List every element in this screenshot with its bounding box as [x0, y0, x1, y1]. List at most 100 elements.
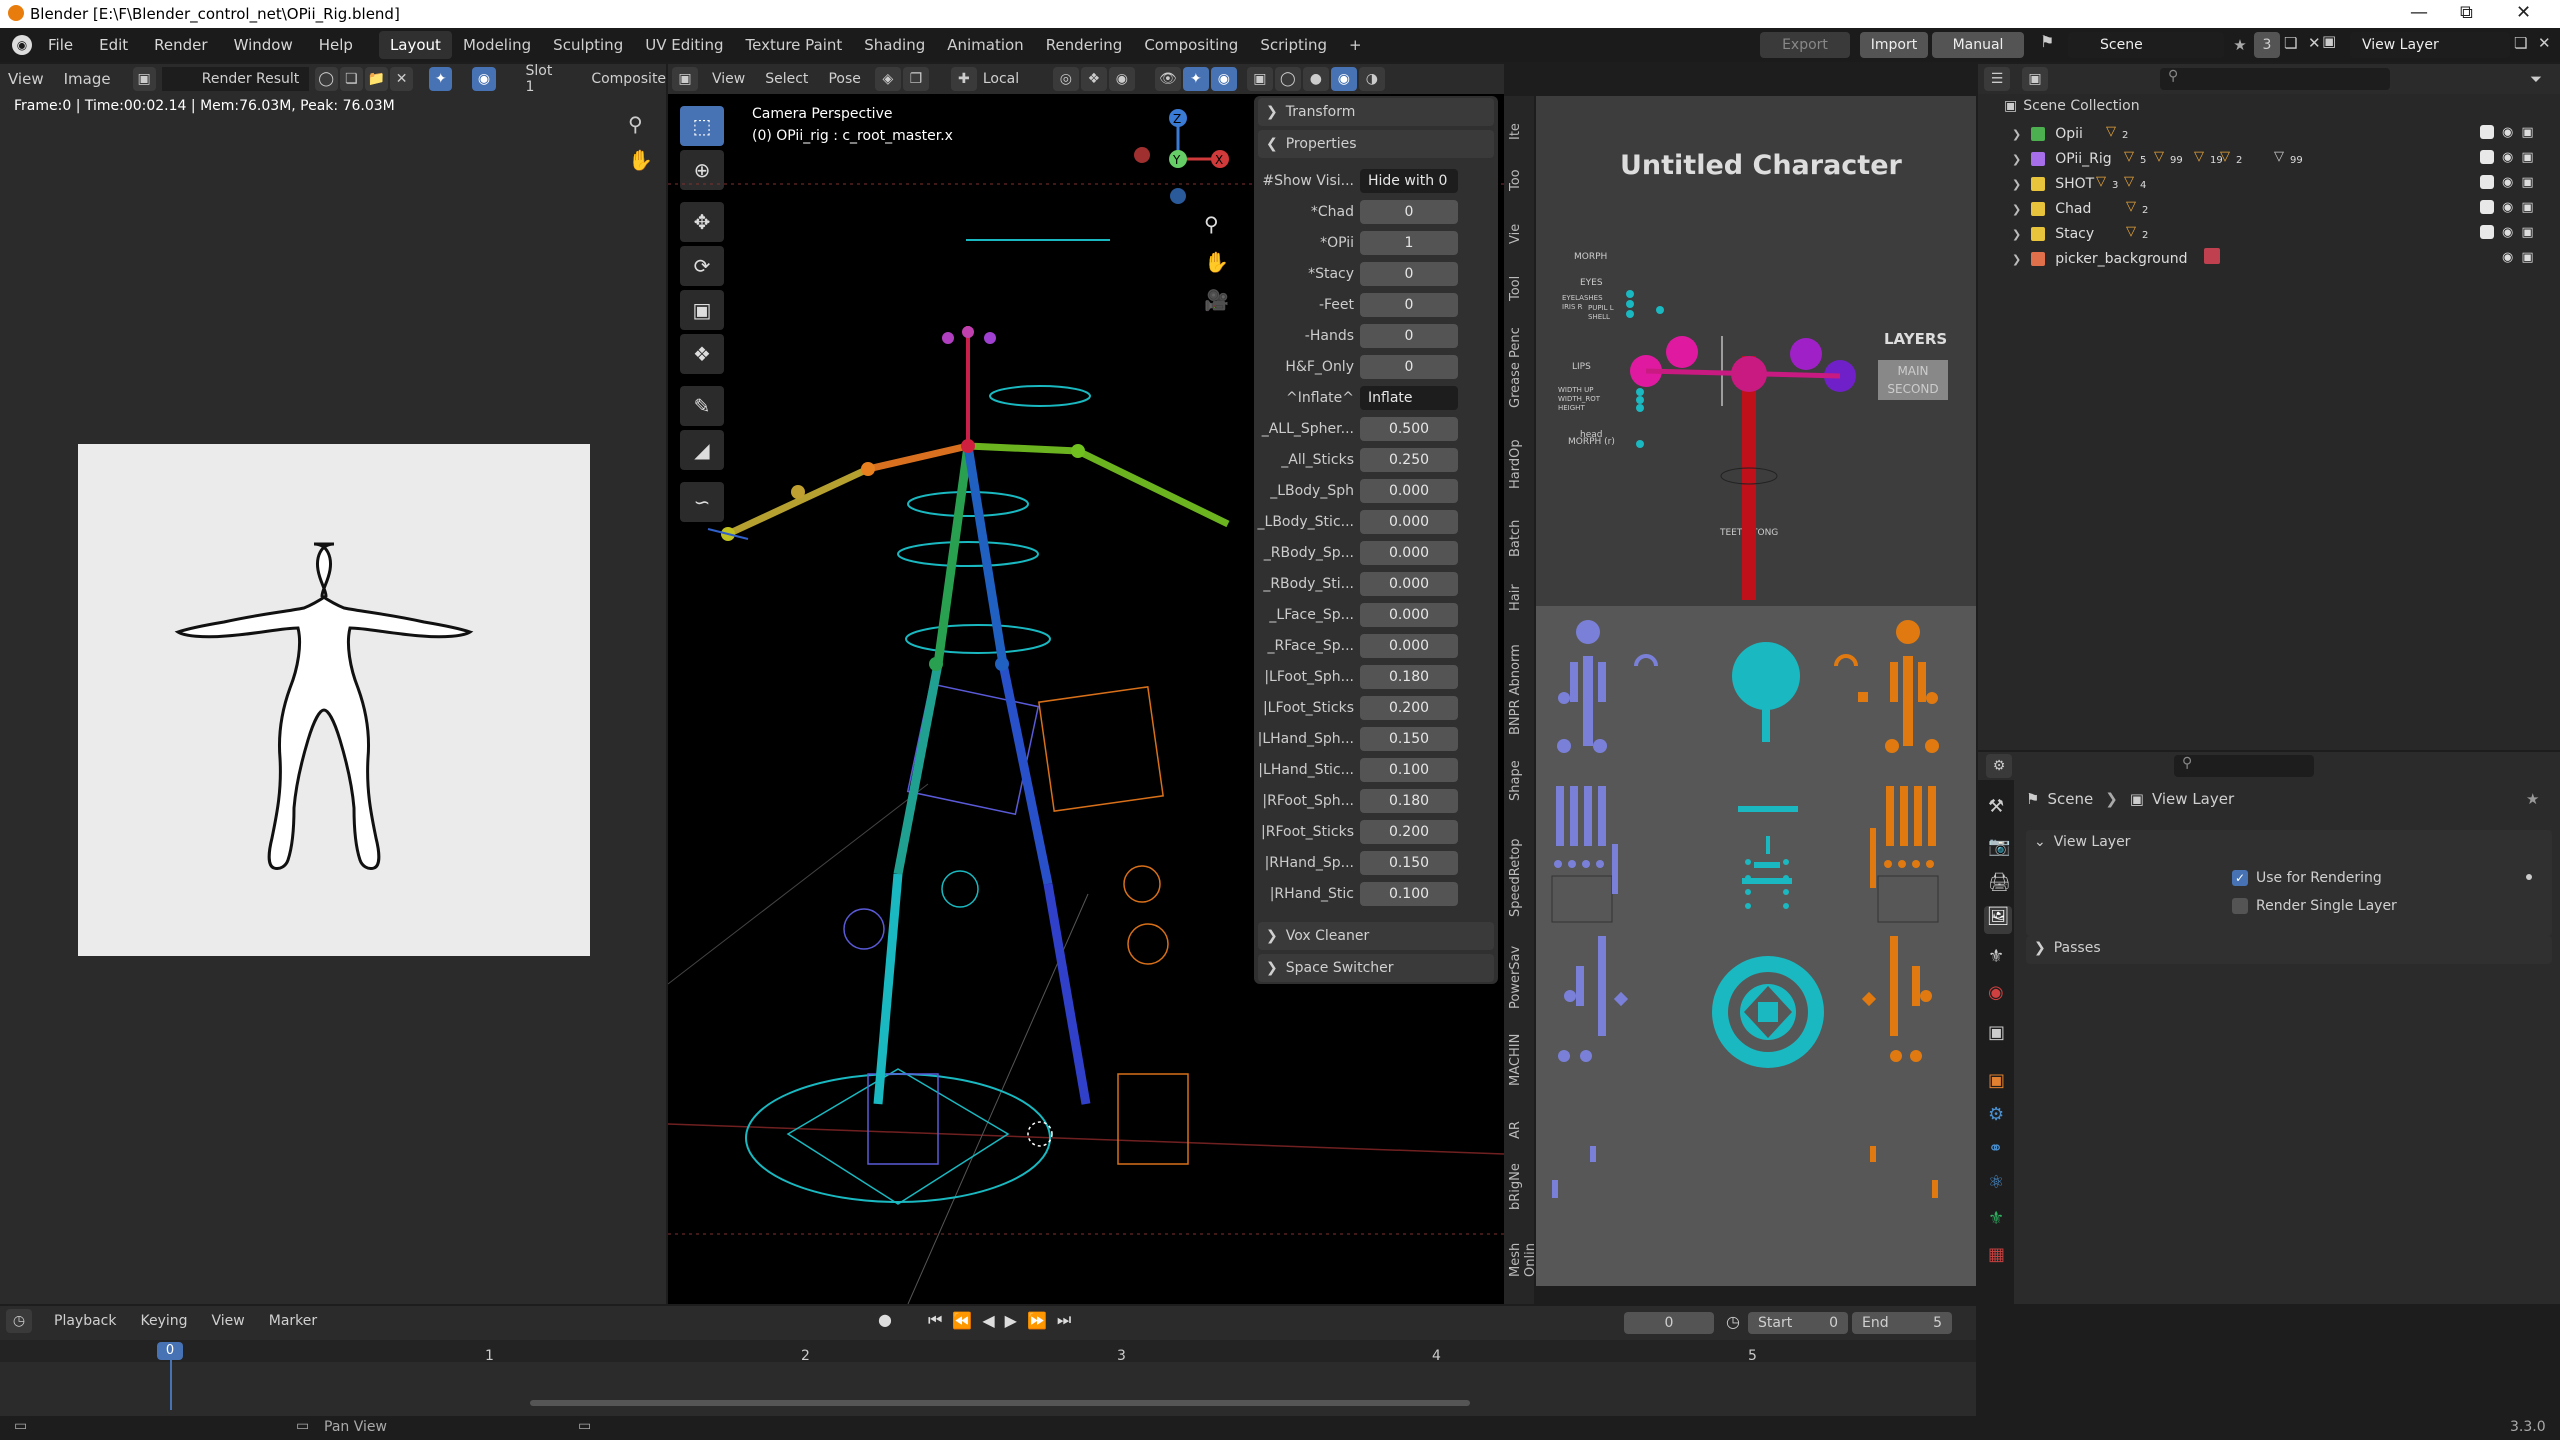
property-value-field[interactable]: 0.100 [1360, 882, 1458, 906]
outliner-item[interactable]: ❯ Opii ◉ ▣ [1990, 122, 2550, 146]
new-image-icon[interactable]: ❏ [339, 67, 363, 91]
world-tab-icon[interactable]: ◉ [1988, 982, 2004, 1003]
render-camera-icon[interactable]: ▣ [2521, 125, 2533, 140]
import-button[interactable]: Import [1860, 32, 1928, 58]
property-value-field[interactable]: 0.150 [1360, 851, 1458, 875]
render-camera-icon[interactable]: ▣ [2521, 175, 2533, 190]
properties-pin-icon[interactable]: ★ [2526, 790, 2539, 808]
image-menu-image[interactable]: Image [64, 70, 111, 88]
viewport-menu-pose[interactable]: Pose [828, 71, 860, 87]
material-shading-icon[interactable]: ◉ [1330, 67, 1357, 91]
tool-tab-icon[interactable]: ⚒ [1988, 796, 2004, 817]
exclude-checkbox[interactable] [2480, 175, 2494, 189]
scene-tab-icon[interactable]: ⚜ [1988, 946, 2004, 967]
property-value-field[interactable]: 0.000 [1360, 572, 1458, 596]
current-frame-field[interactable]: 0 [1624, 1312, 1714, 1334]
outliner-item[interactable]: ❯ OPii_Rig ◉ ▣ [1990, 147, 2550, 171]
fake-user-icon[interactable]: ◯ [314, 67, 338, 91]
property-value-field[interactable]: Inflate [1360, 386, 1458, 410]
new-scene-icon[interactable]: ❏ [2284, 34, 2304, 56]
copy-pose-icon[interactable]: ❐ [902, 67, 929, 91]
outliner-item[interactable]: ❯ SHOT ◉ ▣ [1990, 172, 2550, 196]
render-camera-icon[interactable]: ▣ [2521, 225, 2533, 240]
picker-graphics[interactable] [1536, 96, 1976, 1286]
manual-button[interactable]: Manual [1932, 32, 2024, 58]
property-value-field[interactable]: 0.100 [1360, 758, 1458, 782]
new-view-layer-icon[interactable]: ❏ [2514, 34, 2534, 56]
properties-panel-header[interactable]: ❮ Properties [1258, 130, 1494, 158]
record-icon[interactable]: ● [878, 1310, 892, 1329]
visibility-icon[interactable]: 👁 [1154, 67, 1181, 91]
expand-chevron-icon[interactable]: ❯ [2012, 178, 2021, 191]
exclude-checkbox[interactable] [2480, 125, 2494, 139]
timeline-scrollbar[interactable] [530, 1400, 1470, 1406]
tab-sculpting[interactable]: Sculpting [542, 31, 634, 59]
playhead-frame[interactable]: 0 [157, 1342, 183, 1360]
add-workspace-button[interactable]: + [1338, 31, 1373, 59]
tab-rendering[interactable]: Rendering [1035, 31, 1134, 59]
property-value-field[interactable]: 0.500 [1360, 417, 1458, 441]
gizmo-icon[interactable]: ◉ [472, 67, 496, 91]
proportional-icon[interactable]: ◉ [1108, 67, 1135, 91]
tab-texture-paint[interactable]: Texture Paint [734, 31, 853, 59]
sidebar-tab[interactable]: bRigNe [1508, 1162, 1532, 1212]
outliner-item[interactable]: ❯ Chad ◉ ▣ [1990, 197, 2550, 221]
keying-icon[interactable]: ◈ [874, 67, 901, 91]
display-mode-icon[interactable]: ▣ [2022, 67, 2048, 91]
object-tab-icon[interactable]: ▣ [1988, 1070, 2005, 1091]
jump-end-icon[interactable]: ⏭ [1057, 1310, 1071, 1330]
sidebar-tab[interactable]: MACHIN [1508, 1030, 1532, 1090]
play-icon[interactable]: ▶ [1005, 1311, 1017, 1330]
tab-shading[interactable]: Shading [853, 31, 936, 59]
pin-icon[interactable]: ★ [2230, 32, 2250, 58]
outliner-item[interactable]: ❯ Stacy ◉ ▣ [1990, 222, 2550, 246]
restore-icon[interactable]: ⧉ [2460, 2, 2473, 23]
sidebar-tab[interactable]: Mesh Onlin [1508, 1230, 1538, 1290]
tab-modeling[interactable]: Modeling [452, 31, 542, 59]
modifier-tab-icon[interactable]: ⚙ [1988, 1104, 2004, 1125]
close-icon[interactable]: ✕ [2516, 2, 2531, 23]
property-value-field[interactable]: 0.180 [1360, 665, 1458, 689]
snap-icon[interactable]: ❖ [1080, 67, 1107, 91]
menu-edit[interactable]: Edit [99, 36, 128, 54]
timeline-editor-type-icon[interactable]: ◷ [6, 1309, 32, 1333]
next-keyframe-icon[interactable]: ⏩ [1027, 1311, 1047, 1330]
menu-help[interactable]: Help [319, 36, 353, 54]
property-value-field[interactable]: 0.000 [1360, 541, 1458, 565]
pivot-icon[interactable]: ◎ [1052, 67, 1079, 91]
property-value-field[interactable]: 0.200 [1360, 696, 1458, 720]
property-value-field[interactable]: 0 [1360, 200, 1458, 224]
expand-chevron-icon[interactable]: ❯ [2012, 128, 2021, 141]
use-for-rendering-row[interactable]: ✓ Use for Rendering [2232, 870, 2382, 886]
sidebar-tab[interactable]: HardOp [1508, 434, 1532, 494]
use-for-rendering-checkbox[interactable]: ✓ [2232, 870, 2248, 886]
output-tab-icon[interactable]: 🖨 [1988, 872, 2011, 893]
exclude-checkbox[interactable] [2480, 225, 2494, 239]
tab-animation[interactable]: Animation [936, 31, 1034, 59]
render-tab-icon[interactable]: 📷 [1988, 836, 2010, 857]
visibility-eye-icon[interactable]: ◉ [2502, 250, 2513, 265]
sidebar-tab[interactable]: PowerSav [1508, 942, 1532, 1012]
outliner-search-field[interactable]: ⚲ [2160, 68, 2390, 90]
minimize-icon[interactable]: — [2410, 2, 2428, 23]
rendered-shading-icon[interactable]: ◑ [1358, 67, 1385, 91]
property-value-field[interactable]: 0 [1360, 324, 1458, 348]
visibility-eye-icon[interactable]: ◉ [2502, 200, 2513, 215]
property-value-field[interactable]: 0.250 [1360, 448, 1458, 472]
collection-tab-icon[interactable]: ▣ [1988, 1022, 2005, 1043]
viewport-menu-select[interactable]: Select [765, 71, 808, 87]
image-browse-icon[interactable]: ▣ [132, 67, 156, 91]
scene-collection-row[interactable]: ▣ Scene Collection [2004, 98, 2140, 114]
visibility-eye-icon[interactable]: ◉ [2502, 125, 2513, 140]
render-camera-icon[interactable]: ▣ [2521, 200, 2533, 215]
sidebar-tab[interactable]: Vie [1508, 214, 1532, 254]
outliner-item[interactable]: ❯ picker_background ◉ ▣ [1990, 247, 2550, 271]
animate-property-icon[interactable] [2526, 874, 2532, 880]
view-layer-tab-icon[interactable]: 🖼 [1984, 906, 2012, 934]
expand-chevron-icon[interactable]: ❯ [2012, 203, 2021, 216]
property-value-field[interactable]: 0 [1360, 355, 1458, 379]
render-single-layer-checkbox[interactable] [2232, 898, 2248, 914]
visibility-eye-icon[interactable]: ◉ [2502, 175, 2513, 190]
wireframe-shading-icon[interactable]: ◯ [1274, 67, 1301, 91]
passes-panel-header[interactable]: ❯ Passes [2034, 940, 2101, 956]
